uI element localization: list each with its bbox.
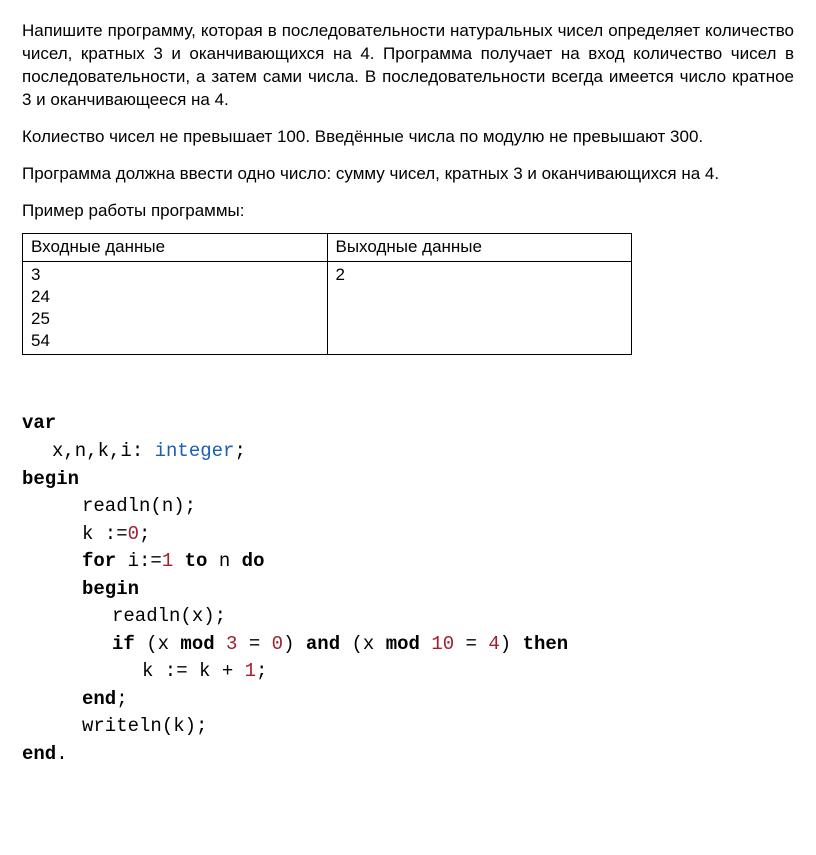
code-eq2: = (454, 633, 488, 655)
code-semi-3: ; (256, 660, 267, 682)
code-open2: (x (340, 633, 386, 655)
code-writeln: writeln(k); (82, 715, 207, 737)
code-dot: . (56, 743, 67, 765)
code-rparen2: ) (500, 633, 523, 655)
code-if-open: (x (135, 633, 181, 655)
code-k-inc: k := k + (142, 660, 245, 682)
code-num-1: 1 (162, 550, 173, 572)
table-header-output: Выходные данные (327, 233, 632, 261)
code-kw-then: then (523, 633, 569, 655)
code-num-10: 10 (431, 633, 454, 655)
code-for-i: i:= (116, 550, 162, 572)
example-label: Пример работы программы: (22, 200, 794, 223)
code-kw-begin-1: begin (22, 468, 79, 490)
code-kw-do: do (242, 550, 265, 572)
code-k-assign: k := (82, 523, 128, 545)
problem-paragraph-3: Программа должна ввести одно число: сумм… (22, 163, 794, 186)
code-readln-x: readln(x); (112, 605, 226, 627)
code-num-3: 3 (226, 633, 237, 655)
code-num-1b: 1 (245, 660, 256, 682)
code-end-semi: ; (116, 688, 127, 710)
problem-paragraph-1: Напишите программу, которая в последоват… (22, 20, 794, 112)
code-num-0b: 0 (272, 633, 283, 655)
code-kw-end-2: end (22, 743, 56, 765)
code-decl: x,n,k,i: (52, 440, 155, 462)
table-output-cell: 2 (327, 261, 632, 354)
code-kw-begin-2: begin (82, 578, 139, 600)
code-kw-if: if (112, 633, 135, 655)
code-kw-and: and (306, 633, 340, 655)
code-semi-1: ; (234, 440, 245, 462)
code-type: integer (155, 440, 235, 462)
code-num-0: 0 (128, 523, 139, 545)
example-table: Входные данные Выходные данные 3 24 25 5… (22, 233, 632, 355)
table-input-cell: 3 24 25 54 (23, 261, 328, 354)
problem-paragraph-2: Колиество чисел не превышает 100. Введён… (22, 126, 794, 149)
code-readln-n: readln(n); (82, 495, 196, 517)
code-kw-mod-2: mod (386, 633, 420, 655)
code-sp-1 (173, 550, 184, 572)
code-semi-2: ; (139, 523, 150, 545)
code-sp-3 (420, 633, 431, 655)
code-kw-to: to (185, 550, 208, 572)
code-block: var x,n,k,i: integer; begin readln(n); k… (22, 383, 794, 769)
code-kw-end-1: end (82, 688, 116, 710)
code-sp-2 (215, 633, 226, 655)
code-kw-mod-1: mod (180, 633, 214, 655)
code-for-n: n (207, 550, 241, 572)
code-kw-var: var (22, 412, 56, 434)
table-header-input: Входные данные (23, 233, 328, 261)
code-num-4: 4 (488, 633, 499, 655)
code-kw-for: for (82, 550, 116, 572)
code-eq0: = (237, 633, 271, 655)
code-rparen1: ) (283, 633, 306, 655)
